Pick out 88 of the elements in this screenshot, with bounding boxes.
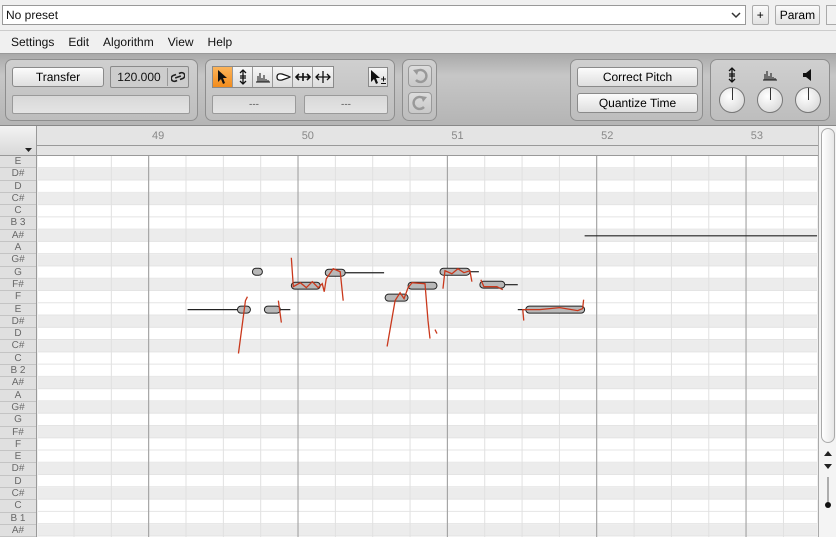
pitch-curve xyxy=(290,258,344,301)
pitch-curve xyxy=(522,300,584,321)
tempo-field[interactable]: 120.000 xyxy=(110,66,189,88)
scroll-down-icon[interactable] xyxy=(824,464,832,469)
pitch-curve xyxy=(278,300,282,323)
split-arrows-icon xyxy=(315,68,331,84)
menu-item[interactable]: Help xyxy=(200,35,240,49)
preset-dropdown[interactable]: No preset xyxy=(2,5,746,25)
bar-number: 52 xyxy=(601,130,614,142)
piano-key-label: D xyxy=(0,328,36,340)
bar-number: 51 xyxy=(451,130,464,142)
pitch-curve xyxy=(386,282,431,347)
piano-key-label: C# xyxy=(0,488,36,500)
value-field[interactable]: --- xyxy=(212,94,296,114)
dropdown-arrow-icon[interactable] xyxy=(25,148,32,152)
piano-key-label: F# xyxy=(0,426,36,439)
menu-item[interactable]: Algorithm xyxy=(96,35,161,49)
add-preset-button[interactable]: + xyxy=(752,5,769,25)
tool-button[interactable] xyxy=(253,66,273,86)
value-field[interactable]: --- xyxy=(304,94,388,114)
menu-item[interactable]: Settings xyxy=(4,35,62,49)
link-icon[interactable] xyxy=(167,68,188,86)
bar-number: 53 xyxy=(750,130,764,142)
redo-icon xyxy=(412,95,428,111)
piano-key-label: C xyxy=(0,205,36,218)
pitch-line xyxy=(470,271,479,272)
pitch-curve xyxy=(480,279,504,290)
piano-key-label: B 3 xyxy=(0,217,36,230)
piano-key-label: D# xyxy=(0,316,36,328)
piano-key-label: F# xyxy=(0,278,36,292)
knob[interactable] xyxy=(794,86,821,112)
piano-key-label: D xyxy=(0,476,36,488)
piano-key-label: A# xyxy=(0,230,36,242)
menu-item[interactable]: Edit xyxy=(61,35,96,49)
tool-button[interactable] xyxy=(273,66,293,86)
tool-button[interactable] xyxy=(293,66,313,86)
piano-key-label: C# xyxy=(0,340,36,353)
pitch-line xyxy=(345,272,384,274)
pitch-curve xyxy=(442,268,473,289)
cursor-plus-icon xyxy=(369,68,387,84)
pitch-line xyxy=(188,308,238,310)
undo-icon xyxy=(412,68,428,84)
menu-item[interactable]: View xyxy=(160,35,201,49)
piano-key-label: E xyxy=(0,451,36,464)
piano-key-label: D# xyxy=(0,463,36,476)
piano-key-label: B 2 xyxy=(0,365,36,378)
piano-key-label: F xyxy=(0,291,36,304)
knob[interactable] xyxy=(719,86,746,112)
pitch-line xyxy=(280,308,290,310)
param-button[interactable]: Param xyxy=(774,5,820,25)
piano-key-label: E xyxy=(0,156,36,168)
note-blob[interactable] xyxy=(252,268,263,276)
piano-key-label: A xyxy=(0,390,36,402)
quantize-time-button[interactable]: Quantize Time xyxy=(577,92,698,112)
piano-key-label: A# xyxy=(0,524,36,537)
knob[interactable] xyxy=(756,86,783,112)
correct-pitch-button[interactable]: Correct Pitch xyxy=(577,66,698,86)
tool-button[interactable] xyxy=(233,66,253,86)
piano-key-label: A xyxy=(0,242,36,254)
pitch-curve xyxy=(238,296,248,354)
tool-button[interactable] xyxy=(213,66,233,86)
piano-key-label: D xyxy=(0,180,36,193)
piano-key-label: B 1 xyxy=(0,512,36,525)
scroll-up-icon[interactable] xyxy=(824,451,832,456)
piano-key-label: G# xyxy=(0,254,36,267)
bar-number: 49 xyxy=(152,130,164,142)
note-blob[interactable] xyxy=(264,306,281,314)
tool-button[interactable] xyxy=(313,66,333,86)
pitch-line xyxy=(504,284,518,286)
piano-key-label: C xyxy=(0,500,36,513)
piano-key-label: C# xyxy=(0,192,36,206)
vertical-scrollbar[interactable] xyxy=(818,126,836,537)
text-field[interactable] xyxy=(12,94,190,114)
piano-key-label: D# xyxy=(0,168,36,181)
bar-number: 50 xyxy=(302,130,314,142)
piano-key-label: G xyxy=(0,414,36,427)
piano-key-label: G# xyxy=(0,402,36,414)
scroll-thumb[interactable] xyxy=(820,128,834,443)
piano-key-label: G xyxy=(0,266,36,279)
transfer-button[interactable]: Transfer xyxy=(12,66,104,86)
pitch-curve xyxy=(434,329,438,334)
piano-key-label: C xyxy=(0,352,36,366)
piano-key-label: A# xyxy=(0,377,36,390)
zoom-slider-icon[interactable] xyxy=(824,477,832,509)
chevron-down-icon xyxy=(730,12,741,18)
piano-key-label: E xyxy=(0,304,36,316)
piano-key-label: F xyxy=(0,438,36,452)
add-selection-tool-button[interactable] xyxy=(368,66,388,86)
